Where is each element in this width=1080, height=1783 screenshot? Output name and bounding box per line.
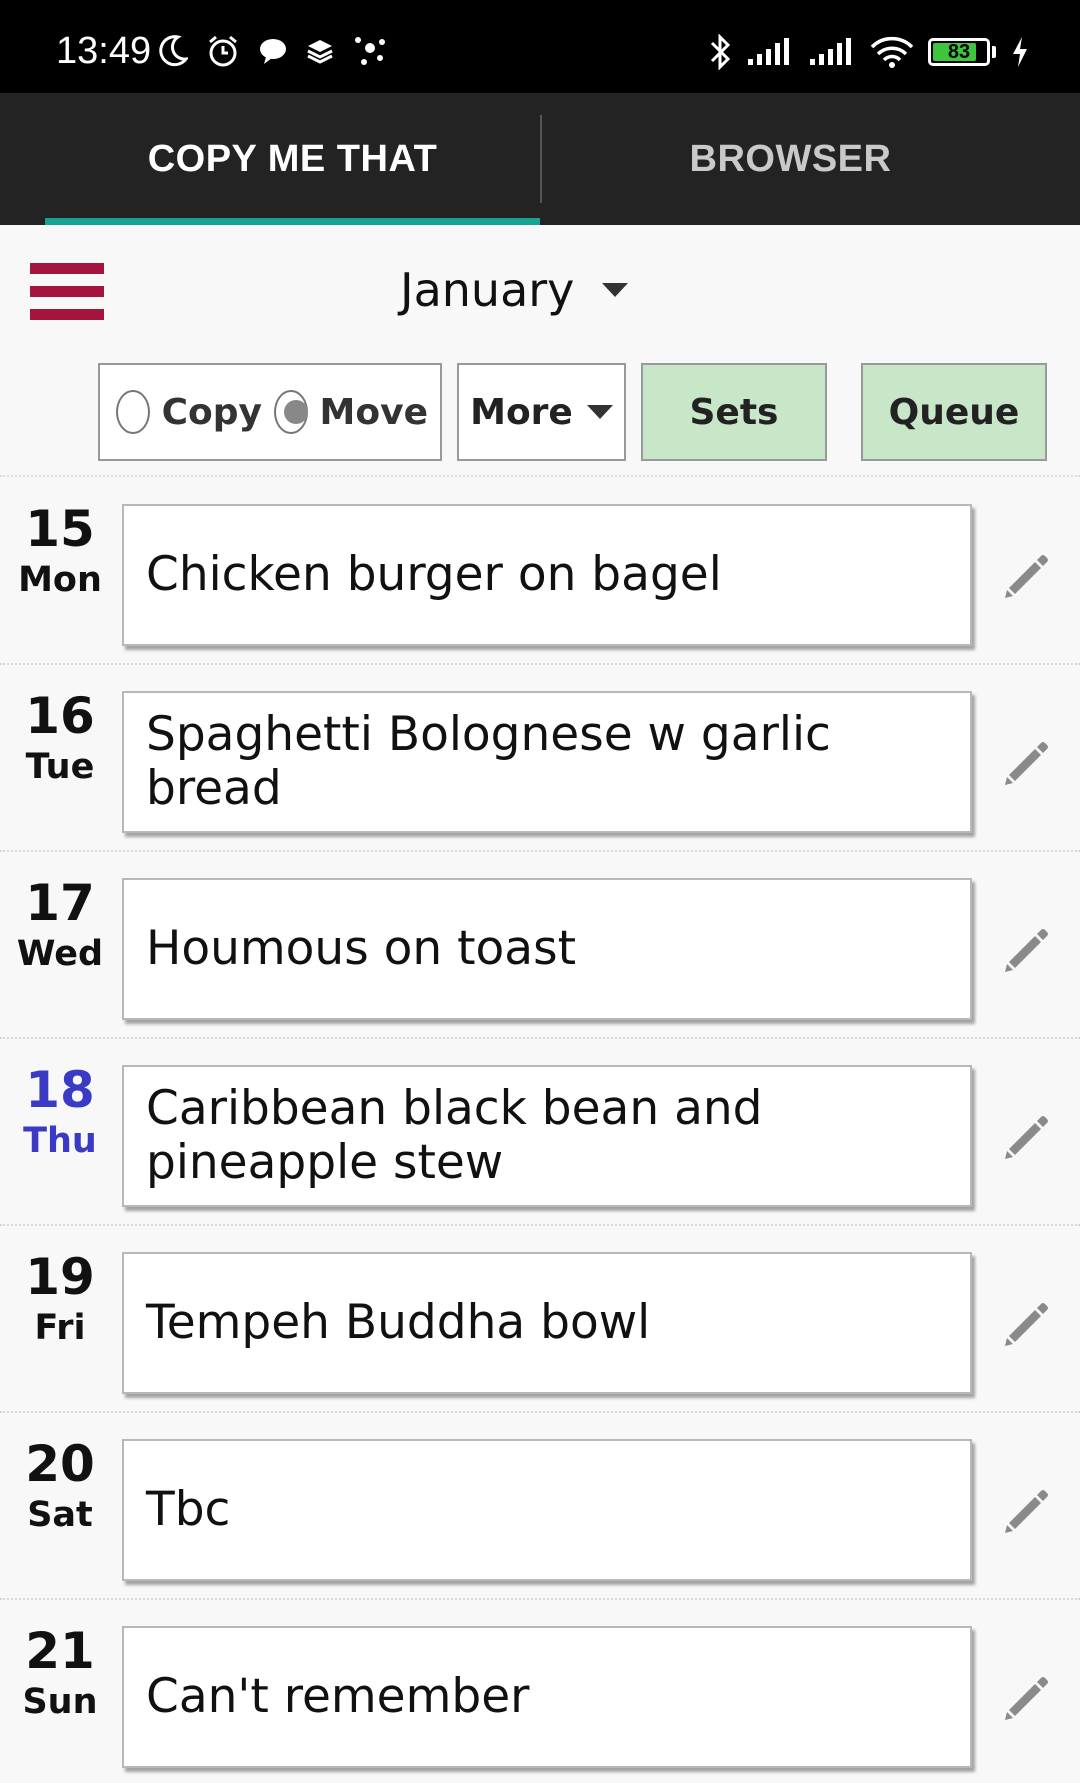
status-bar: 13:49 83 bbox=[0, 0, 1080, 93]
day-date: 21 Sun bbox=[0, 1622, 120, 1724]
meal-text: Caribbean black bean and pineapple stew bbox=[146, 1081, 763, 1190]
day-row: 16 Tue Spaghetti Bolognese w garlic brea… bbox=[0, 665, 1080, 852]
day-row: 15 Mon Chicken burger on bagel bbox=[0, 478, 1080, 665]
battery-percent: 83 bbox=[947, 40, 971, 63]
wifi-icon bbox=[870, 36, 914, 68]
pencil-icon[interactable] bbox=[995, 1668, 1055, 1728]
chevron-down-icon bbox=[586, 405, 613, 419]
copy-radio[interactable] bbox=[116, 390, 150, 434]
pencil-icon[interactable] bbox=[995, 546, 1055, 606]
status-time: 13:49 bbox=[56, 30, 152, 72]
tab-browser[interactable]: BROWSER bbox=[543, 93, 1038, 225]
meal-entry[interactable]: Caribbean black bean and pineapple stew bbox=[122, 1065, 972, 1207]
meal-text: Tbc bbox=[146, 1482, 231, 1537]
moon-icon bbox=[159, 35, 188, 67]
day-row: 19 Fri Tempeh Buddha bowl bbox=[0, 1226, 1080, 1413]
day-row: 18 Thu Caribbean black bean and pineappl… bbox=[0, 1039, 1080, 1226]
pencil-icon[interactable] bbox=[995, 733, 1055, 793]
queue-button[interactable]: Queue bbox=[861, 363, 1047, 461]
meal-entry[interactable]: Tempeh Buddha bowl bbox=[122, 1252, 972, 1394]
copy-label[interactable]: Copy bbox=[162, 392, 262, 433]
chevron-down-icon bbox=[602, 283, 629, 297]
sets-button[interactable]: Sets bbox=[641, 363, 827, 461]
pencil-icon[interactable] bbox=[995, 920, 1055, 980]
day-number: 15 bbox=[25, 500, 95, 558]
sets-label: Sets bbox=[689, 391, 779, 433]
month-dropdown[interactable]: January bbox=[400, 255, 629, 325]
meal-text: Spaghetti Bolognese w garlic bread bbox=[146, 707, 831, 816]
battery-icon: 83 bbox=[928, 38, 990, 66]
tab-bar: COPY ME THAT BROWSER bbox=[0, 93, 1080, 225]
day-name: Wed bbox=[16, 934, 104, 974]
day-date: 20 Sat bbox=[0, 1435, 120, 1537]
copy-move-toggle: Copy Move bbox=[98, 363, 442, 461]
day-number: 18 bbox=[25, 1061, 95, 1119]
bluetooth-icon bbox=[710, 34, 731, 70]
move-radio[interactable] bbox=[273, 390, 308, 434]
charging-icon bbox=[1013, 37, 1027, 67]
day-number: 16 bbox=[25, 687, 95, 745]
meal-text: Chicken burger on bagel bbox=[146, 547, 722, 602]
app-header: January Copy Move More Sets Queue bbox=[0, 225, 1080, 475]
day-name: Sun bbox=[22, 1682, 98, 1722]
battery-tip bbox=[992, 46, 996, 58]
active-tab-indicator bbox=[45, 218, 540, 225]
day-name: Mon bbox=[18, 560, 102, 600]
divider bbox=[0, 475, 1080, 477]
day-name: Fri bbox=[34, 1308, 86, 1348]
pencil-icon[interactable] bbox=[995, 1481, 1055, 1541]
menu-icon[interactable] bbox=[30, 263, 104, 321]
day-number: 20 bbox=[25, 1435, 95, 1493]
month-label: January bbox=[400, 263, 575, 317]
meal-entry[interactable]: Tbc bbox=[122, 1439, 972, 1581]
day-number: 17 bbox=[25, 874, 95, 932]
tab-divider bbox=[540, 115, 542, 203]
meal-entry[interactable]: Houmous on toast bbox=[122, 878, 972, 1020]
day-name: Sat bbox=[27, 1495, 93, 1535]
day-date: 19 Fri bbox=[0, 1248, 120, 1350]
chat-icon bbox=[260, 39, 286, 64]
meal-text: Can't remember bbox=[146, 1669, 530, 1724]
day-date: 16 Tue bbox=[0, 687, 120, 789]
pencil-icon[interactable] bbox=[995, 1107, 1055, 1167]
day-name: Thu bbox=[23, 1121, 97, 1161]
meal-entry[interactable]: Spaghetti Bolognese w garlic bread bbox=[122, 691, 972, 833]
day-row: 17 Wed Houmous on toast bbox=[0, 852, 1080, 1039]
meal-text: Tempeh Buddha bowl bbox=[146, 1295, 651, 1350]
meal-plan-list: 15 Mon Chicken burger on bagel 16 Tue Sp… bbox=[0, 478, 1080, 1783]
dots-icon bbox=[355, 37, 385, 65]
move-label[interactable]: Move bbox=[320, 392, 428, 433]
meal-entry[interactable]: Chicken burger on bagel bbox=[122, 504, 972, 646]
day-date: 17 Wed bbox=[0, 874, 120, 976]
day-number: 19 bbox=[25, 1248, 95, 1306]
more-label: More bbox=[470, 391, 573, 433]
day-row: 20 Sat Tbc bbox=[0, 1413, 1080, 1600]
meal-text: Houmous on toast bbox=[146, 921, 577, 976]
day-number: 21 bbox=[25, 1622, 95, 1680]
day-date: 15 Mon bbox=[0, 500, 120, 602]
more-button[interactable]: More bbox=[457, 363, 626, 461]
day-name: Tue bbox=[25, 747, 95, 787]
pencil-icon[interactable] bbox=[995, 1294, 1055, 1354]
day-row: 21 Sun Can't remember bbox=[0, 1600, 1080, 1783]
queue-label: Queue bbox=[888, 391, 1020, 433]
signal-icon bbox=[810, 38, 851, 65]
meal-entry[interactable]: Can't remember bbox=[122, 1626, 972, 1768]
signal-icon bbox=[748, 38, 789, 65]
day-date: 18 Thu bbox=[0, 1061, 120, 1163]
tab-copy-me-that[interactable]: COPY ME THAT bbox=[45, 93, 540, 225]
alarm-icon bbox=[209, 35, 237, 67]
stack-icon bbox=[307, 40, 333, 64]
